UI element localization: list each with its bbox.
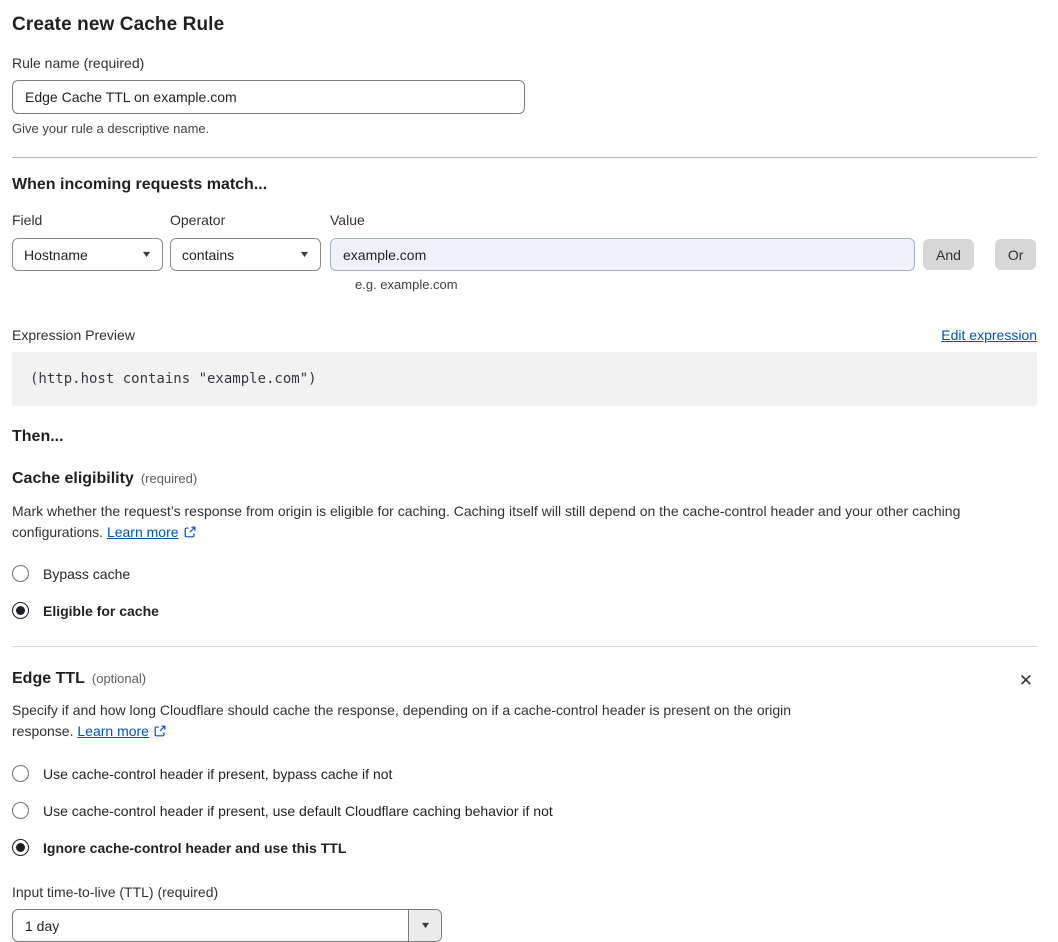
external-link-icon — [153, 723, 167, 744]
learn-more-link[interactable]: Learn more — [107, 524, 179, 540]
required-badge: (required) — [140, 471, 198, 486]
rule-name-label: Rule name (required) — [12, 55, 145, 71]
field-label: Field — [12, 212, 43, 228]
or-button[interactable]: Or — [994, 239, 1037, 270]
external-link-icon — [183, 524, 197, 545]
ttl-select-value: 1 day — [25, 917, 60, 934]
radio-option-bypass-cache[interactable]: Bypass cache — [12, 565, 1037, 583]
edge-ttl-heading: Edge TTL (optional) — [12, 670, 147, 688]
ttl-label: Input time-to-live (TTL) (required) — [12, 884, 219, 901]
caret-down-icon: ▼ — [140, 249, 153, 259]
radio-option-use-header-bypass[interactable]: Use cache-control header if present, byp… — [12, 765, 1037, 783]
rule-name-input[interactable] — [12, 80, 525, 114]
then-heading: Then... — [12, 428, 64, 445]
value-helper: e.g. example.com — [355, 277, 458, 292]
learn-more-link[interactable]: Learn more — [77, 723, 149, 739]
radio-option-ignore-header-use-ttl[interactable]: Ignore cache-control header and use this… — [12, 839, 1037, 857]
close-icon[interactable]: ✕ — [1015, 670, 1037, 691]
caret-down-icon: ▼ — [298, 249, 311, 259]
radio-icon[interactable] — [12, 602, 29, 620]
section-divider — [12, 157, 1037, 158]
cache-eligibility-heading: Cache eligibility (required) — [12, 470, 198, 487]
value-col — [330, 238, 915, 271]
field-select-value: Hostname — [24, 246, 88, 263]
field-select[interactable]: Hostname ▼ — [12, 238, 163, 271]
match-heading: When incoming requests match... — [12, 176, 268, 193]
edge-ttl-description: Specify if and how long Cloudflare shoul… — [12, 700, 850, 744]
radio-option-eligible-for-cache[interactable]: Eligible for cache — [12, 602, 1037, 620]
section-divider — [12, 646, 1037, 648]
radio-icon[interactable] — [12, 839, 29, 857]
caret-down-icon: ▼ — [418, 920, 432, 931]
and-button[interactable]: And — [923, 239, 974, 270]
cache-eligibility-description: Mark whether the request’s response from… — [12, 501, 1037, 545]
value-input[interactable] — [330, 238, 915, 271]
create-cache-rule-form: Create new Cache Rule Rule name (require… — [0, 0, 1058, 942]
radio-icon[interactable] — [12, 802, 29, 820]
builder-labels: Field Operator Value — [12, 212, 1037, 228]
builder-row: Hostname ▼ contains ▼ And Or — [12, 238, 1037, 271]
expression-preview-label: Expression Preview — [12, 327, 135, 343]
optional-badge: (optional) — [91, 671, 147, 687]
expression-row: Expression Preview Edit expression — [12, 327, 1037, 343]
operator-label: Operator — [170, 212, 226, 228]
ttl-caret-button[interactable]: ▼ — [408, 910, 441, 942]
rule-name-helper: Give your rule a descriptive name. — [12, 121, 210, 136]
expression-code: (http.host contains "example.com") — [12, 352, 1037, 406]
radio-icon[interactable] — [12, 565, 29, 583]
ttl-select[interactable]: 1 day ▼ — [12, 909, 442, 942]
operator-select-value: contains — [182, 246, 235, 263]
value-label: Value — [330, 212, 365, 228]
operator-select[interactable]: contains ▼ — [170, 238, 321, 271]
edge-ttl-header: Edge TTL (optional) ✕ — [12, 670, 1037, 691]
edit-expression-link[interactable]: Edit expression — [941, 327, 1037, 343]
radio-icon[interactable] — [12, 765, 29, 783]
page-title: Create new Cache Rule — [12, 14, 225, 35]
radio-option-use-header-default[interactable]: Use cache-control header if present, use… — [12, 802, 1037, 820]
